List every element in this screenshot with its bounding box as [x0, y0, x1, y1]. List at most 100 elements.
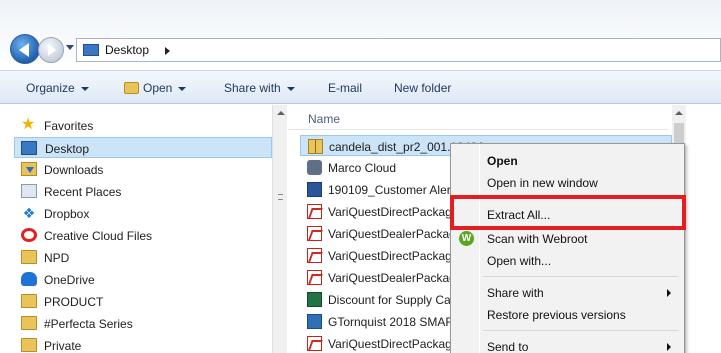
nav-item-product[interactable]: PRODUCT	[20, 291, 272, 312]
menu-item-open-with[interactable]: Open with...	[453, 250, 682, 272]
navigation-scrollbar[interactable]	[272, 105, 287, 353]
header-divider	[288, 129, 668, 130]
menu-item-share-with[interactable]: Share with	[453, 282, 682, 304]
nav-item-creative-cloud[interactable]: Creative Cloud Files	[20, 225, 272, 246]
address-location[interactable]: Desktop	[105, 43, 149, 57]
file-name: Discount for Supply Ca	[328, 293, 451, 307]
star-icon: ★	[21, 116, 36, 133]
open-button[interactable]: Open	[124, 81, 187, 95]
menu-item-label: Scan with Webroot	[487, 232, 588, 246]
pdf-icon	[307, 226, 322, 241]
nav-item-dropbox[interactable]: ❖ Dropbox	[20, 203, 272, 224]
file-name: VariQuestDirectPackag	[328, 249, 452, 263]
share-with-button[interactable]: Share with	[224, 81, 295, 95]
organize-button[interactable]: Organize	[26, 81, 89, 95]
folder-icon	[21, 338, 37, 352]
nav-item-onedrive[interactable]: OneDrive	[20, 269, 272, 290]
cloud-icon	[307, 160, 322, 175]
pdf-icon	[307, 336, 322, 351]
menu-item-label: Open	[487, 154, 518, 168]
scroll-up-icon[interactable]	[277, 111, 285, 115]
chevron-down-icon	[178, 86, 187, 91]
nav-item-label: Desktop	[45, 142, 90, 156]
new-folder-button[interactable]: New folder	[394, 81, 451, 95]
downloads-icon	[21, 162, 37, 176]
nav-item-label: Recent Places	[44, 185, 122, 199]
menu-item-send-to[interactable]: Send to	[453, 336, 682, 353]
menu-item-label: Open with...	[487, 254, 552, 268]
menu-separator	[483, 276, 678, 277]
nav-item-label: Creative Cloud Files	[44, 229, 153, 243]
desktop-icon	[83, 44, 99, 56]
file-name: VariQuestDealerPackag	[328, 271, 456, 285]
creative-cloud-icon	[21, 228, 37, 242]
share-with-label: Share with	[224, 81, 281, 95]
nav-item-label: NPD	[44, 251, 70, 265]
file-name: VariQuestDealerPackag	[328, 227, 456, 241]
nav-item-downloads[interactable]: Downloads	[20, 159, 272, 180]
menu-item-label: Send to	[487, 340, 529, 353]
forward-button[interactable]	[38, 37, 64, 63]
nav-item-label: Dropbox	[44, 207, 90, 221]
recent-locations-dropdown[interactable]	[66, 45, 74, 50]
back-button[interactable]	[10, 34, 40, 64]
excel-icon	[307, 292, 322, 307]
nav-item-label: Downloads	[44, 163, 104, 177]
submenu-arrow-icon	[667, 343, 671, 351]
nav-item-label: Private	[44, 339, 82, 353]
pdf-icon	[307, 248, 322, 263]
file-name: GTornquist 2018 SMAR	[328, 315, 455, 329]
file-name: VariQuestDirectPackag	[328, 337, 452, 351]
menu-item-restore-previous[interactable]: Restore previous versions	[453, 304, 682, 326]
menu-item-open-new-window[interactable]: Open in new window	[453, 172, 682, 194]
nav-item-label: Favorites	[44, 119, 94, 133]
file-name: 190109_Customer Aler	[328, 183, 451, 197]
nav-item-label: #Perfecta Series	[44, 317, 133, 331]
chevron-down-icon	[80, 86, 89, 91]
open-icon	[124, 82, 139, 94]
pdf-icon	[307, 204, 322, 219]
name-column-header[interactable]: Name	[308, 112, 340, 126]
organize-label: Organize	[26, 81, 75, 95]
address-bar[interactable]: Desktop	[76, 38, 721, 62]
dropbox-icon: ❖	[22, 205, 36, 221]
email-button[interactable]: E-mail	[328, 81, 362, 95]
menu-separator	[483, 330, 678, 331]
desktop-icon	[21, 141, 37, 155]
nav-item-npd[interactable]: NPD	[20, 247, 272, 268]
open-label: Open	[143, 81, 173, 95]
word-doc-icon	[307, 182, 322, 197]
nav-item-desktop[interactable]: Desktop	[14, 137, 272, 158]
nav-item-recent-places[interactable]: Recent Places	[20, 181, 272, 202]
pdf-icon	[307, 270, 322, 285]
file-name: VariQuestDirectPackag	[328, 205, 452, 219]
extract-all-highlight	[450, 195, 686, 230]
spreadsheet-icon	[307, 314, 322, 329]
scroll-up-icon[interactable]	[675, 111, 683, 115]
menu-item-label: Share with	[487, 286, 544, 300]
menu-item-label: Restore previous versions	[487, 308, 626, 322]
chevron-down-icon	[286, 86, 295, 91]
splitter-grip[interactable]	[278, 194, 283, 200]
command-bar: Organize Open Share with E-mail New fold…	[0, 70, 721, 104]
nav-item-favorites[interactable]: ★ Favorites	[20, 115, 272, 136]
context-menu: Open Open in new window Extract All... W…	[450, 143, 685, 353]
folder-icon	[21, 316, 37, 330]
menu-item-label: Open in new window	[487, 176, 598, 190]
file-name: Marco Cloud	[328, 161, 397, 175]
menu-item-scan-webroot[interactable]: W Scan with Webroot	[453, 228, 682, 250]
breadcrumb-chevron-icon[interactable]	[165, 47, 170, 55]
submenu-arrow-icon	[667, 289, 671, 297]
nav-item-label: OneDrive	[44, 273, 95, 287]
folder-icon	[21, 294, 37, 308]
recent-places-icon	[21, 184, 37, 198]
nav-item-private[interactable]: Private	[20, 335, 272, 353]
onedrive-icon	[21, 272, 37, 286]
navigation-pane: ★ Favorites Desktop Downloads Recent Pla…	[0, 105, 286, 353]
folder-icon	[21, 250, 37, 264]
zip-folder-icon	[308, 139, 323, 154]
nav-item-label: PRODUCT	[44, 295, 104, 309]
menu-item-open[interactable]: Open	[453, 150, 682, 172]
nav-item-perfecta-series[interactable]: #Perfecta Series	[20, 313, 272, 334]
webroot-icon: W	[459, 231, 474, 246]
